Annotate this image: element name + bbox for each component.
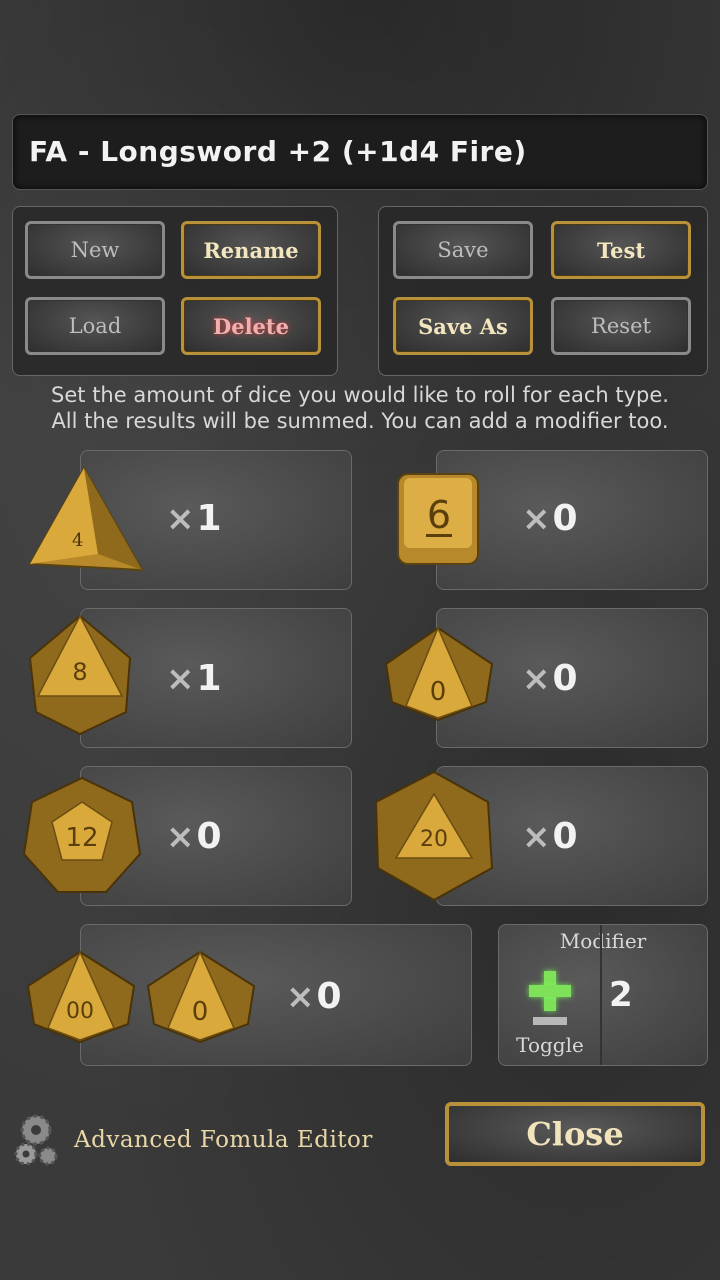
- d8-count-value: 1: [196, 658, 222, 699]
- d8-die-icon[interactable]: 8: [26, 614, 134, 736]
- formula-name: FA - Longsword +2 (+1d4 Fire): [29, 135, 527, 168]
- d10-count: × 0: [522, 658, 578, 699]
- load-button[interactable]: Load: [25, 297, 165, 355]
- modifier-label: Modifier: [559, 929, 647, 953]
- d10-count-value: 0: [552, 658, 578, 699]
- save-as-button[interactable]: Save As: [393, 297, 533, 355]
- d4-die-icon[interactable]: 4: [26, 464, 146, 576]
- d100-units-face: 0: [192, 997, 209, 1027]
- d8-face-number: 8: [72, 658, 87, 686]
- save-button[interactable]: Save: [393, 221, 533, 279]
- d12-face-number: 12: [65, 823, 98, 853]
- d100-tens-face: 00: [66, 999, 94, 1024]
- instructions-line-1: Set the amount of dice you would like to…: [51, 383, 669, 407]
- d6-die-icon[interactable]: 6: [396, 470, 482, 568]
- modifier-value[interactable]: 2: [609, 975, 649, 1015]
- d20-multiply-icon: ×: [522, 816, 551, 857]
- instructions-text: Set the amount of dice you would like to…: [0, 382, 720, 434]
- d4-count: × 1: [166, 498, 222, 539]
- d12-multiply-icon: ×: [166, 816, 195, 857]
- close-button[interactable]: Close: [445, 1102, 705, 1166]
- d4-multiply-icon: ×: [166, 498, 195, 539]
- d6-count-value: 0: [552, 498, 578, 539]
- plus-icon[interactable]: [529, 971, 571, 1011]
- delete-button[interactable]: Delete: [181, 297, 321, 355]
- gears-icon: [14, 1114, 58, 1166]
- advanced-formula-editor-link[interactable]: Advanced Fomula Editor: [14, 1110, 373, 1170]
- instructions-line-2: All the results will be summed. You can …: [51, 409, 669, 433]
- d10-multiply-icon: ×: [522, 658, 551, 699]
- d4-face-number: 4: [72, 530, 83, 551]
- d4-count-value: 1: [196, 498, 222, 539]
- d100-units-die-icon[interactable]: 0: [144, 948, 258, 1044]
- d12-count: × 0: [166, 816, 222, 857]
- d100-panel[interactable]: [80, 924, 472, 1066]
- new-button[interactable]: New: [25, 221, 165, 279]
- d12-count-value: 0: [196, 816, 222, 857]
- file-button-group: New Rename Load Delete: [12, 206, 338, 376]
- d6-count: × 0: [522, 498, 578, 539]
- toggle-label: Toggle: [516, 1033, 584, 1057]
- d8-count: × 1: [166, 658, 222, 699]
- d6-multiply-icon: ×: [522, 498, 551, 539]
- d20-face-number: 20: [420, 827, 448, 852]
- test-button[interactable]: Test: [551, 221, 691, 279]
- d100-count: × 0: [286, 976, 342, 1017]
- modifier-panel: Modifier Toggle 2: [498, 924, 708, 1066]
- d12-die-icon[interactable]: 12: [22, 776, 142, 896]
- d20-count-value: 0: [552, 816, 578, 857]
- minus-icon[interactable]: [533, 1017, 567, 1025]
- d8-multiply-icon: ×: [166, 658, 195, 699]
- advanced-formula-editor-label: Advanced Fomula Editor: [74, 1127, 373, 1153]
- reset-button[interactable]: Reset: [551, 297, 691, 355]
- d100-count-value: 0: [316, 976, 342, 1017]
- rename-button[interactable]: Rename: [181, 221, 321, 279]
- d6-face-number: 6: [427, 493, 451, 537]
- d20-count: × 0: [522, 816, 578, 857]
- formula-name-field[interactable]: FA - Longsword +2 (+1d4 Fire): [12, 114, 708, 190]
- d20-die-icon[interactable]: 20: [372, 770, 496, 902]
- d100-multiply-icon: ×: [286, 976, 315, 1017]
- d10-face-number: 0: [430, 677, 447, 707]
- d100-tens-die-icon[interactable]: 00: [24, 948, 138, 1044]
- d10-die-icon[interactable]: 0: [382, 624, 496, 722]
- save-button-group: Save Test Save As Reset: [378, 206, 708, 376]
